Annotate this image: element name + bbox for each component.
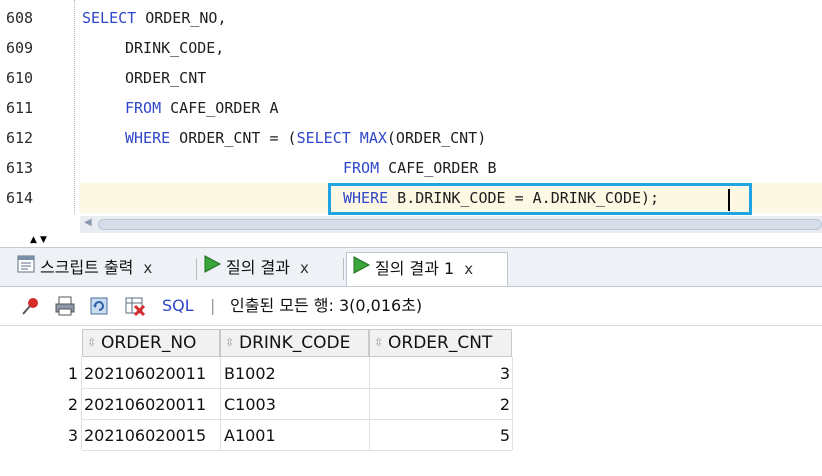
results-tab-bar: 스크립트 출력 x 질의 결과 x 질의 결과 1 x (0, 248, 822, 287)
code-text[interactable]: FROM CAFE_ORDER A (125, 93, 279, 123)
sql-token: ORDER_NO, (136, 9, 227, 27)
scroll-left-arrow-icon[interactable]: ◀ (84, 217, 92, 228)
script-output-icon (16, 253, 36, 285)
annotation-highlight-box (328, 183, 752, 215)
cell-order-cnt[interactable]: 5 (372, 420, 510, 451)
cell-drink-code[interactable]: C1003 (224, 389, 366, 420)
row-number[interactable]: 1 (0, 358, 78, 389)
code-line[interactable]: 613 FROM CAFE_ORDER B (0, 153, 822, 183)
sql-keyword: FROM (343, 159, 380, 177)
tab-label: 질의 결과 1 (375, 259, 455, 278)
run-query-icon (202, 253, 222, 285)
cell-order-cnt[interactable]: 3 (372, 358, 510, 389)
column-header-drink-code[interactable]: ⇳ DRINK_CODE (220, 329, 369, 357)
cell-drink-code[interactable]: B1002 (224, 358, 366, 389)
code-text[interactable]: FROM CAFE_ORDER B (343, 153, 497, 183)
cell-order-no[interactable]: 202106020015 (84, 420, 218, 451)
sql-token: DRINK_CODE, (125, 39, 225, 57)
sql-token: ORDER_CNT (125, 69, 207, 87)
grid-line (220, 357, 221, 450)
results-grid[interactable]: ⇳ ORDER_NO ⇳ DRINK_CODE ⇳ ORDER_CNT 1 20210… (0, 326, 822, 476)
close-icon[interactable]: x (143, 259, 152, 277)
collapse-up-icon[interactable]: ▲ (30, 235, 37, 245)
line-number: 609 (6, 39, 34, 57)
tab-label: 스크립트 출력 (40, 258, 134, 277)
line-number: 611 (6, 99, 34, 117)
code-line[interactable]: 609 DRINK_CODE, (0, 33, 822, 63)
code-line[interactable]: 611 FROM CAFE_ORDER A (0, 93, 822, 123)
sort-icon: ⇳ (225, 336, 235, 349)
grid-line (369, 357, 370, 450)
print-icon[interactable] (54, 295, 76, 317)
line-number: 614 (6, 189, 34, 207)
sql-token: (ORDER_CNT) (386, 129, 487, 147)
column-header-order-no[interactable]: ⇳ ORDER_NO (82, 329, 220, 357)
sql-token: CAFE_ORDER B (379, 159, 497, 177)
sql-button[interactable]: SQL (162, 287, 194, 325)
cell-order-cnt[interactable]: 2 (372, 389, 510, 420)
grid-line (512, 357, 513, 450)
code-text[interactable]: ORDER_CNT (125, 63, 206, 93)
expand-down-icon[interactable]: ▼ (40, 235, 47, 245)
sql-editor[interactable]: 608 SELECT ORDER_NO, 609 DRINK_CODE, 610 ORDE… (0, 0, 822, 215)
tab-query-result[interactable]: 질의 결과 x (202, 252, 309, 284)
fetch-status: 인출된 모든 행: 3(0,016초) (230, 296, 423, 315)
text-caret (728, 189, 730, 211)
cell-order-no[interactable]: 202106020011 (84, 389, 218, 420)
pin-icon[interactable] (20, 295, 42, 317)
code-line[interactable]: 612 WHERE ORDER_CNT = (SELECT MAX(ORDER_C… (0, 123, 822, 153)
column-header-order-cnt[interactable]: ⇳ ORDER_CNT (369, 329, 512, 357)
sql-keyword: FROM (125, 99, 162, 117)
refresh-icon[interactable] (88, 295, 110, 317)
results-toolbar: SQL | 인출된 모든 행: 3(0,016초) (0, 287, 822, 326)
code-text[interactable]: DRINK_CODE, (125, 33, 224, 63)
close-icon[interactable]: x (464, 260, 473, 278)
code-text[interactable]: SELECT ORDER_NO, (82, 3, 227, 33)
line-number: 608 (6, 9, 34, 27)
delete-table-icon[interactable] (124, 295, 146, 317)
sql-keyword: SELECT (82, 9, 137, 27)
toolbar-separator: | (210, 296, 216, 315)
cell-drink-code[interactable]: A1001 (224, 420, 366, 451)
scrollbar-thumb[interactable] (98, 219, 822, 230)
horizontal-scrollbar[interactable]: ◀ (80, 216, 822, 233)
run-query-icon (351, 254, 371, 286)
line-number: 613 (6, 159, 34, 177)
code-line[interactable]: 610 ORDER_CNT (0, 63, 822, 93)
row-number[interactable]: 2 (0, 389, 78, 420)
sort-icon: ⇳ (374, 336, 384, 349)
code-text[interactable]: WHERE ORDER_CNT = (SELECT MAX(ORDER_CNT) (125, 123, 486, 153)
code-line[interactable]: 608 SELECT ORDER_NO, (0, 3, 822, 33)
sql-keyword: WHERE (125, 129, 171, 147)
sql-token: ORDER_CNT = ( (170, 129, 297, 147)
line-number: 612 (6, 129, 34, 147)
row-number[interactable]: 3 (0, 420, 78, 451)
tab-divider (196, 258, 197, 280)
sort-icon: ⇳ (87, 336, 97, 349)
tab-divider (343, 258, 344, 280)
tab-label: 질의 결과 (226, 258, 290, 277)
line-number: 610 (6, 69, 34, 87)
sql-token: CAFE_ORDER A (161, 99, 279, 117)
tab-script-output[interactable]: 스크립트 출력 x (16, 252, 152, 284)
panel-splitter[interactable]: ▲ ▼ (0, 233, 822, 248)
sql-keyword: SELECT MAX (296, 129, 387, 147)
grid-line (81, 357, 82, 450)
tab-query-result-1[interactable]: 질의 결과 1 x (346, 252, 508, 286)
cell-order-no[interactable]: 202106020011 (84, 358, 218, 389)
close-icon[interactable]: x (300, 259, 309, 277)
